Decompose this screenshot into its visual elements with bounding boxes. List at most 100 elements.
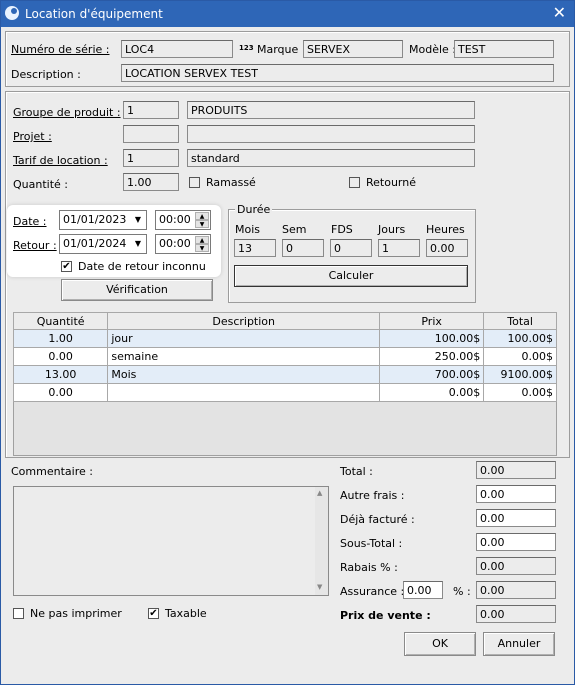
table-row[interactable]: 13.00 Mois 700.00$ 9100.00$ bbox=[12, 365, 557, 384]
taxable-checkbox[interactable]: ✔ bbox=[148, 608, 159, 619]
billed-field[interactable]: 0.00 bbox=[476, 509, 556, 527]
other-fees-field[interactable]: 0.00 bbox=[476, 485, 556, 503]
calculate-button[interactable]: Calculer bbox=[234, 265, 468, 287]
col-quantity-header[interactable]: Quantité bbox=[12, 312, 109, 330]
return-date-value: 01/01/2024 bbox=[63, 237, 127, 250]
date-picker[interactable]: 01/01/2023 ▼ bbox=[59, 210, 147, 230]
chevron-down-icon[interactable]: ▼ bbox=[131, 212, 145, 228]
comment-scrollbar[interactable]: ▲ ▼ bbox=[315, 487, 328, 595]
sale-price-field: 0.00 bbox=[476, 605, 556, 623]
other-fees-label: Autre frais : bbox=[340, 489, 405, 502]
subtotal-field: 0.00 bbox=[476, 533, 556, 551]
returned-checkbox[interactable] bbox=[349, 177, 360, 188]
model-field[interactable]: TEST bbox=[454, 40, 554, 58]
rate-code-field[interactable]: 1 bbox=[123, 149, 179, 167]
weeks-label: Sem bbox=[282, 223, 307, 236]
months-label: Mois bbox=[235, 223, 261, 236]
sale-price-label: Prix de vente : bbox=[340, 609, 431, 622]
chevron-down-icon[interactable]: ▼ bbox=[131, 236, 145, 252]
unknown-return-label: Date de retour inconnu bbox=[78, 260, 206, 273]
months-field[interactable]: 13 bbox=[234, 239, 276, 257]
hours-label: Heures bbox=[426, 223, 465, 236]
no-print-checkbox[interactable] bbox=[13, 608, 24, 619]
rental-window: Location d'équipement ✕ Numéro de série … bbox=[0, 0, 575, 685]
description-label: Description : bbox=[11, 68, 81, 81]
returned-label: Retourné bbox=[366, 176, 416, 189]
row-description[interactable] bbox=[107, 383, 381, 402]
title-bar: Location d'équipement ✕ bbox=[1, 1, 574, 27]
unknown-return-checkbox[interactable]: ✔ bbox=[61, 261, 72, 272]
serial-label: Numéro de série : bbox=[11, 43, 110, 56]
row-total[interactable]: 100.00$ bbox=[483, 329, 557, 348]
row-total[interactable]: 0.00$ bbox=[483, 383, 557, 402]
brand-badge: 123 bbox=[239, 44, 254, 52]
comment-textarea[interactable] bbox=[13, 486, 329, 596]
picked-checkbox[interactable] bbox=[189, 177, 200, 188]
date-value: 01/01/2023 bbox=[63, 213, 127, 226]
verify-button[interactable]: Vérification bbox=[61, 279, 213, 301]
date-time-value: 00:00 bbox=[159, 213, 191, 226]
return-time-spinner[interactable]: 00:00 ▲ ▼ bbox=[155, 234, 211, 254]
table-row[interactable]: 0.00 0.00$ 0.00$ bbox=[12, 383, 557, 402]
col-description-header[interactable]: Description bbox=[107, 312, 381, 330]
quantity-field[interactable]: 1.00 bbox=[123, 173, 179, 191]
hours-field[interactable]: 0.00 bbox=[426, 239, 468, 257]
group-name-field: PRODUITS bbox=[187, 101, 475, 119]
table-row[interactable]: 1.00 jour 100.00$ 100.00$ bbox=[12, 329, 557, 348]
row-total[interactable]: 0.00$ bbox=[483, 347, 557, 366]
picked-label: Ramassé bbox=[206, 176, 256, 189]
project-name-field bbox=[187, 125, 475, 143]
date-time-spinner[interactable]: 00:00 ▲ ▼ bbox=[155, 210, 211, 230]
close-icon[interactable]: ✕ bbox=[553, 4, 566, 22]
insurance-pct-field[interactable]: 0.00 bbox=[403, 581, 443, 599]
row-price[interactable]: 250.00$ bbox=[379, 347, 485, 366]
weekends-label: FDS bbox=[331, 223, 353, 236]
days-field[interactable]: 1 bbox=[378, 239, 420, 257]
row-description[interactable]: semaine bbox=[107, 347, 381, 366]
row-quantity[interactable]: 1.00 bbox=[12, 329, 109, 348]
model-label: Modèle : bbox=[409, 43, 456, 56]
serial-field[interactable]: LOC4 bbox=[121, 40, 233, 58]
brand-field[interactable]: SERVEX bbox=[303, 40, 403, 58]
billed-label: Déjà facturé : bbox=[340, 513, 415, 526]
comment-label: Commentaire : bbox=[11, 465, 93, 478]
total-field: 0.00 bbox=[476, 461, 556, 479]
row-description[interactable]: jour bbox=[107, 329, 381, 348]
return-time-value: 00:00 bbox=[159, 237, 191, 250]
row-price[interactable]: 0.00$ bbox=[379, 383, 485, 402]
cancel-button[interactable]: Annuler bbox=[483, 632, 555, 656]
table-row[interactable]: 0.00 semaine 250.00$ 0.00$ bbox=[12, 347, 557, 366]
weeks-field[interactable]: 0 bbox=[282, 239, 324, 257]
row-price[interactable]: 700.00$ bbox=[379, 365, 485, 384]
spin-down-icon[interactable]: ▼ bbox=[195, 244, 209, 252]
row-quantity[interactable]: 0.00 bbox=[12, 383, 109, 402]
scroll-up-icon[interactable]: ▲ bbox=[317, 489, 322, 497]
taxable-label: Taxable bbox=[165, 607, 207, 620]
spin-up-icon[interactable]: ▲ bbox=[195, 236, 209, 244]
duration-title: Durée bbox=[235, 203, 273, 216]
insurance-label: Assurance : bbox=[340, 585, 405, 598]
date-label: Date : bbox=[13, 215, 47, 228]
row-total[interactable]: 9100.00$ bbox=[483, 365, 557, 384]
total-label: Total : bbox=[340, 465, 373, 478]
return-date-picker[interactable]: 01/01/2024 ▼ bbox=[59, 234, 147, 254]
row-quantity[interactable]: 0.00 bbox=[12, 347, 109, 366]
quantity-label: Quantité : bbox=[13, 178, 68, 191]
row-quantity[interactable]: 13.00 bbox=[12, 365, 109, 384]
insurance-field: 0.00 bbox=[476, 581, 556, 599]
scroll-down-icon[interactable]: ▼ bbox=[317, 583, 322, 591]
col-price-header[interactable]: Prix bbox=[379, 312, 485, 330]
weekends-field[interactable]: 0 bbox=[330, 239, 372, 257]
discount-field[interactable]: 0.00 bbox=[476, 557, 556, 575]
row-price[interactable]: 100.00$ bbox=[379, 329, 485, 348]
spin-down-icon[interactable]: ▼ bbox=[195, 220, 209, 228]
col-total-header[interactable]: Total bbox=[483, 312, 557, 330]
group-code-field[interactable]: 1 bbox=[123, 101, 179, 119]
spin-up-icon[interactable]: ▲ bbox=[195, 212, 209, 220]
discount-label: Rabais % : bbox=[340, 561, 398, 574]
no-print-label: Ne pas imprimer bbox=[30, 607, 122, 620]
project-code-field[interactable] bbox=[123, 125, 179, 143]
description-field[interactable]: LOCATION SERVEX TEST bbox=[121, 64, 554, 82]
row-description[interactable]: Mois bbox=[107, 365, 381, 384]
ok-button[interactable]: OK bbox=[404, 632, 476, 656]
